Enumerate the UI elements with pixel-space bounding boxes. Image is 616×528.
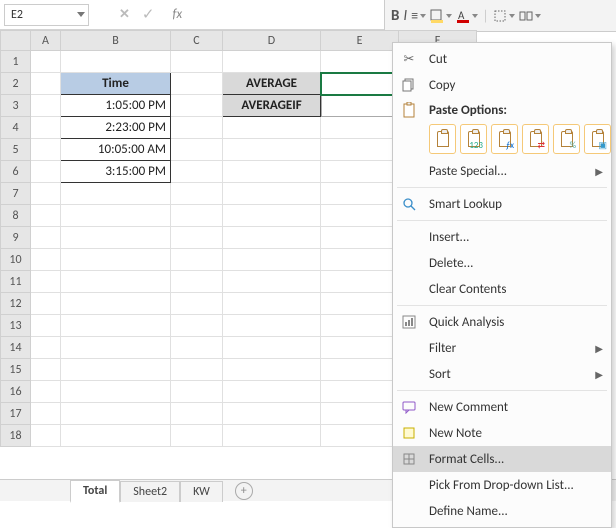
clipboard-icon bbox=[399, 102, 419, 118]
cell-B5[interactable]: 10:05:00 AM bbox=[61, 139, 171, 161]
menu-insert[interactable]: Insert... bbox=[393, 224, 611, 250]
menu-filter[interactable]: Filter▶ bbox=[393, 335, 611, 361]
chevron-right-icon: ▶ bbox=[595, 342, 603, 355]
paste-options-row: 123 ƒx ⇄ % ▣ bbox=[393, 122, 611, 158]
menu-delete[interactable]: Delete... bbox=[393, 250, 611, 276]
paste-option-paste[interactable] bbox=[429, 124, 456, 154]
row-header[interactable]: 5 bbox=[1, 139, 31, 161]
menu-define-name[interactable]: Define Name... bbox=[393, 498, 611, 524]
row-header[interactable]: 16 bbox=[1, 381, 31, 403]
paste-option-transpose[interactable]: ⇄ bbox=[522, 124, 549, 154]
row-header[interactable]: 3 bbox=[1, 95, 31, 117]
name-box[interactable]: E2 bbox=[4, 4, 89, 26]
quick-analysis-icon bbox=[399, 315, 419, 329]
menu-sort[interactable]: Sort▶ bbox=[393, 361, 611, 387]
copy-icon bbox=[399, 78, 419, 92]
menu-new-comment[interactable]: New Comment bbox=[393, 394, 611, 420]
check-icon[interactable]: ✓ bbox=[142, 5, 155, 24]
add-sheet-button[interactable]: + bbox=[235, 482, 253, 500]
formula-bar-controls: ✕ ✓ fx bbox=[119, 5, 182, 24]
cell-B4[interactable]: 2:23:00 PM bbox=[61, 117, 171, 139]
select-all-corner[interactable] bbox=[1, 31, 31, 51]
row-header[interactable]: 14 bbox=[1, 337, 31, 359]
row-header[interactable]: 6 bbox=[1, 161, 31, 183]
italic-button[interactable]: I bbox=[403, 7, 407, 25]
row-header[interactable]: 4 bbox=[1, 117, 31, 139]
menu-paste-special[interactable]: Paste Special...▶ bbox=[393, 158, 611, 184]
search-icon bbox=[399, 197, 419, 211]
chevron-right-icon: ▶ bbox=[595, 368, 603, 381]
sheet-tab-kw[interactable]: KW bbox=[180, 481, 223, 502]
row-header[interactable]: 17 bbox=[1, 403, 31, 425]
col-header-A[interactable]: A bbox=[31, 31, 61, 51]
paste-option-picture[interactable]: ▣ bbox=[584, 124, 611, 154]
name-box-value: E2 bbox=[11, 8, 23, 22]
menu-cut[interactable]: ✂Cut bbox=[393, 46, 611, 72]
borders-button[interactable] bbox=[493, 9, 515, 23]
scissors-icon: ✂ bbox=[399, 52, 419, 67]
menu-copy[interactable]: Copy bbox=[393, 72, 611, 98]
row-header[interactable]: 18 bbox=[1, 425, 31, 447]
merge-button[interactable] bbox=[519, 9, 541, 23]
col-header-B[interactable]: B bbox=[61, 31, 171, 51]
bold-button[interactable]: B bbox=[391, 7, 399, 25]
menu-smart-lookup[interactable]: Smart Lookup bbox=[393, 191, 611, 217]
cell-E3[interactable] bbox=[321, 95, 399, 117]
context-menu: ✂Cut Copy Paste Options: 123 ƒx ⇄ % ▣ Pa… bbox=[392, 42, 612, 528]
row-header[interactable]: 7 bbox=[1, 183, 31, 205]
align-button[interactable]: ≡ bbox=[411, 7, 426, 24]
ribbon-fragment: B I ≡ A | bbox=[384, 0, 616, 32]
cell-E2-selected[interactable] bbox=[321, 73, 399, 95]
chevron-right-icon: ▶ bbox=[595, 165, 603, 178]
paste-option-values[interactable]: 123 bbox=[460, 124, 487, 154]
paste-option-formatting[interactable]: % bbox=[553, 124, 580, 154]
menu-format-cells[interactable]: Format Cells... bbox=[393, 446, 611, 472]
paste-option-formulas[interactable]: ƒx bbox=[491, 124, 518, 154]
cancel-icon[interactable]: ✕ bbox=[119, 7, 130, 22]
cell-B3[interactable]: 1:05:00 PM bbox=[61, 95, 171, 117]
menu-paste-options-header: Paste Options: bbox=[393, 98, 611, 122]
fx-label[interactable]: fx bbox=[172, 7, 182, 22]
row-header[interactable]: 10 bbox=[1, 249, 31, 271]
row-header[interactable]: 11 bbox=[1, 271, 31, 293]
col-header-C[interactable]: C bbox=[171, 31, 223, 51]
cell-B2[interactable]: Time bbox=[61, 73, 171, 95]
col-header-D[interactable]: D bbox=[223, 31, 321, 51]
row-header[interactable]: 15 bbox=[1, 359, 31, 381]
row-header[interactable]: 8 bbox=[1, 205, 31, 227]
cell-D2[interactable]: AVERAGE bbox=[223, 73, 321, 95]
comment-icon bbox=[399, 400, 419, 414]
font-color-button[interactable]: A bbox=[456, 9, 478, 23]
row-header[interactable]: 2 bbox=[1, 73, 31, 95]
row-header[interactable]: 13 bbox=[1, 315, 31, 337]
row-header[interactable]: 1 bbox=[1, 51, 31, 73]
row-header[interactable]: 9 bbox=[1, 227, 31, 249]
menu-quick-analysis[interactable]: Quick Analysis bbox=[393, 309, 611, 335]
fill-color-button[interactable] bbox=[430, 9, 452, 23]
menu-pick-from-list[interactable]: Pick From Drop-down List... bbox=[393, 472, 611, 498]
format-cells-icon bbox=[399, 452, 419, 466]
chevron-down-icon bbox=[77, 12, 85, 17]
menu-new-note[interactable]: New Note bbox=[393, 420, 611, 446]
row-header[interactable]: 12 bbox=[1, 293, 31, 315]
menu-clear-contents[interactable]: Clear Contents bbox=[393, 276, 611, 302]
note-icon bbox=[399, 426, 419, 440]
cell-D3[interactable]: AVERAGEIF bbox=[223, 95, 321, 117]
sheet-tab-sheet2[interactable]: Sheet2 bbox=[120, 481, 180, 502]
cell-B6[interactable]: 3:15:00 PM bbox=[61, 161, 171, 183]
sheet-tab-total[interactable]: Total bbox=[70, 480, 120, 503]
col-header-E[interactable]: E bbox=[321, 31, 399, 51]
